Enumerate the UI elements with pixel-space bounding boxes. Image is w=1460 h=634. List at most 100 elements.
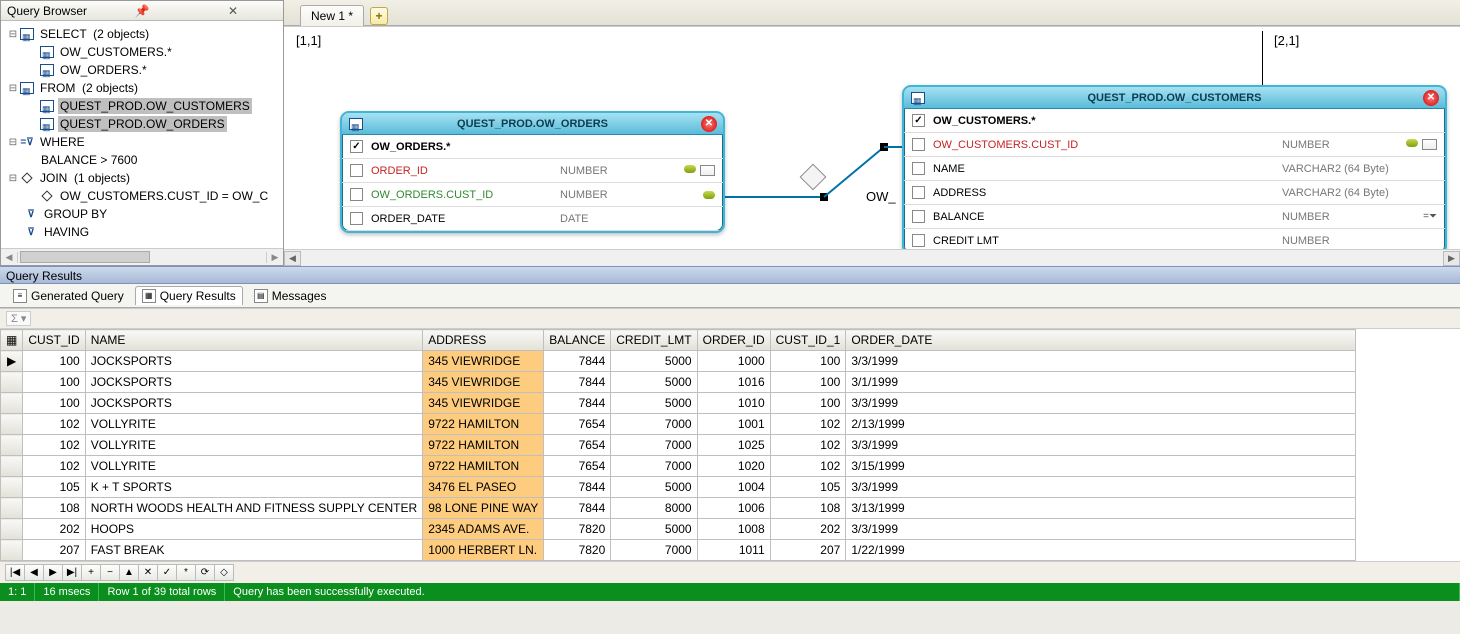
add-tab-button[interactable]: +: [370, 7, 388, 25]
cell[interactable]: 9722 HAMILTON: [423, 456, 544, 477]
expand-icon[interactable]: ⊟: [7, 137, 19, 148]
nav-button[interactable]: ▲: [119, 564, 139, 581]
expand-icon[interactable]: ⊟: [7, 173, 19, 184]
cell[interactable]: 1020: [697, 456, 770, 477]
cell[interactable]: HOOPS: [85, 519, 423, 540]
cell[interactable]: VOLLYRITE: [85, 456, 423, 477]
cell[interactable]: 102: [770, 414, 846, 435]
row-header[interactable]: [1, 435, 23, 456]
tree-item-selected[interactable]: QUEST_PROD.OW_CUSTOMERS: [58, 98, 252, 114]
cell[interactable]: 9722 HAMILTON: [423, 435, 544, 456]
cell[interactable]: 8000: [611, 498, 697, 519]
column-checkbox[interactable]: [912, 138, 925, 151]
cell[interactable]: 5000: [611, 393, 697, 414]
cell[interactable]: JOCKSPORTS: [85, 372, 423, 393]
cell[interactable]: 102: [770, 456, 846, 477]
cell[interactable]: 102: [23, 456, 85, 477]
column-checkbox[interactable]: [350, 188, 363, 201]
column-row[interactable]: ORDER_DATEDATE: [342, 207, 723, 231]
cell[interactable]: 7000: [611, 540, 697, 561]
column-row[interactable]: ADDRESSVARCHAR2 (64 Byte): [904, 181, 1445, 205]
nav-button[interactable]: ◀: [24, 564, 44, 581]
cell[interactable]: 1016: [697, 372, 770, 393]
column-row[interactable]: ORDER_IDNUMBER: [342, 159, 723, 183]
cell[interactable]: 7654: [544, 435, 611, 456]
column-row[interactable]: OW_CUSTOMERS.*: [904, 109, 1445, 133]
tree-item-selected[interactable]: QUEST_PROD.OW_ORDERS: [58, 116, 227, 132]
cell[interactable]: 102: [770, 435, 846, 456]
cell[interactable]: 1001: [697, 414, 770, 435]
col-header[interactable]: ORDER_ID: [697, 330, 770, 351]
cell[interactable]: 7844: [544, 393, 611, 414]
cell[interactable]: 102: [23, 435, 85, 456]
cell[interactable]: 7844: [544, 351, 611, 372]
cell[interactable]: 1/22/1999: [846, 540, 1356, 561]
cell[interactable]: 108: [23, 498, 85, 519]
expand-icon[interactable]: ⊟: [7, 83, 19, 94]
tab-messages[interactable]: ▤Messages: [247, 286, 334, 305]
row-header[interactable]: [1, 372, 23, 393]
cell[interactable]: 3/3/1999: [846, 435, 1356, 456]
cell[interactable]: 7844: [544, 498, 611, 519]
nav-button[interactable]: |◀: [5, 564, 25, 581]
cell[interactable]: 1010: [697, 393, 770, 414]
cell[interactable]: 202: [770, 519, 846, 540]
tab-query-results[interactable]: ▦Query Results: [135, 286, 243, 305]
cell[interactable]: 108: [770, 498, 846, 519]
cell[interactable]: 3/3/1999: [846, 393, 1356, 414]
cell[interactable]: 100: [770, 351, 846, 372]
column-row[interactable]: BALANCENUMBER=⏷: [904, 205, 1445, 229]
query-tree[interactable]: ⊟SELECT (2 objects) OW_CUSTOMERS.* OW_OR…: [1, 21, 283, 248]
column-row[interactable]: NAMEVARCHAR2 (64 Byte): [904, 157, 1445, 181]
cell[interactable]: 1004: [697, 477, 770, 498]
rowheader-corner[interactable]: ▦: [1, 330, 23, 351]
row-header[interactable]: [1, 477, 23, 498]
cell[interactable]: 100: [23, 351, 85, 372]
close-icon[interactable]: ✕: [189, 4, 277, 18]
results-grid[interactable]: ▦CUST_IDNAMEADDRESSBALANCECREDIT_LMTORDE…: [0, 329, 1460, 561]
row-header[interactable]: [1, 498, 23, 519]
cell[interactable]: JOCKSPORTS: [85, 351, 423, 372]
cell[interactable]: FAST BREAK: [85, 540, 423, 561]
cell[interactable]: 3/3/1999: [846, 519, 1356, 540]
row-header[interactable]: ▶: [1, 351, 23, 372]
cell[interactable]: 3/3/1999: [846, 477, 1356, 498]
nav-button[interactable]: ✓: [157, 564, 177, 581]
table-ow-orders[interactable]: QUEST_PROD.OW_ORDERS✕ OW_ORDERS.*ORDER_I…: [340, 111, 725, 233]
cell[interactable]: 345 VIEWRIDGE: [423, 351, 544, 372]
nav-button[interactable]: ▶: [43, 564, 63, 581]
column-checkbox[interactable]: [350, 164, 363, 177]
cell[interactable]: 1000 HERBERT LN.: [423, 540, 544, 561]
cell[interactable]: 345 VIEWRIDGE: [423, 372, 544, 393]
cell[interactable]: 1000: [697, 351, 770, 372]
cell[interactable]: 7654: [544, 456, 611, 477]
cell[interactable]: 207: [770, 540, 846, 561]
cell[interactable]: 202: [23, 519, 85, 540]
close-table-button[interactable]: ✕: [1423, 90, 1439, 106]
cell[interactable]: 5000: [611, 519, 697, 540]
nav-button[interactable]: *: [176, 564, 196, 581]
column-checkbox[interactable]: [912, 234, 925, 247]
column-checkbox[interactable]: [912, 114, 925, 127]
cell[interactable]: 100: [770, 372, 846, 393]
cell[interactable]: 1008: [697, 519, 770, 540]
cell[interactable]: 5000: [611, 351, 697, 372]
cell[interactable]: 7654: [544, 414, 611, 435]
tab-new1[interactable]: New 1 *: [300, 5, 364, 26]
nav-button[interactable]: ✕: [138, 564, 158, 581]
nav-button[interactable]: ▶|: [62, 564, 82, 581]
cell[interactable]: 98 LONE PINE WAY: [423, 498, 544, 519]
cell[interactable]: NORTH WOODS HEALTH AND FITNESS SUPPLY CE…: [85, 498, 423, 519]
hscrollbar[interactable]: ◀▶: [1, 248, 283, 265]
col-header[interactable]: CREDIT_LMT: [611, 330, 697, 351]
cell[interactable]: 1011: [697, 540, 770, 561]
cell[interactable]: 7000: [611, 456, 697, 477]
table-ow-customers[interactable]: QUEST_PROD.OW_CUSTOMERS✕ OW_CUSTOMERS.*O…: [902, 85, 1447, 249]
cell[interactable]: 2345 ADAMS AVE.: [423, 519, 544, 540]
cell[interactable]: 102: [23, 414, 85, 435]
pin-icon[interactable]: 📌: [98, 4, 186, 18]
cell[interactable]: K + T SPORTS: [85, 477, 423, 498]
cell[interactable]: 5000: [611, 477, 697, 498]
column-checkbox[interactable]: [350, 140, 363, 153]
cell[interactable]: 7844: [544, 477, 611, 498]
